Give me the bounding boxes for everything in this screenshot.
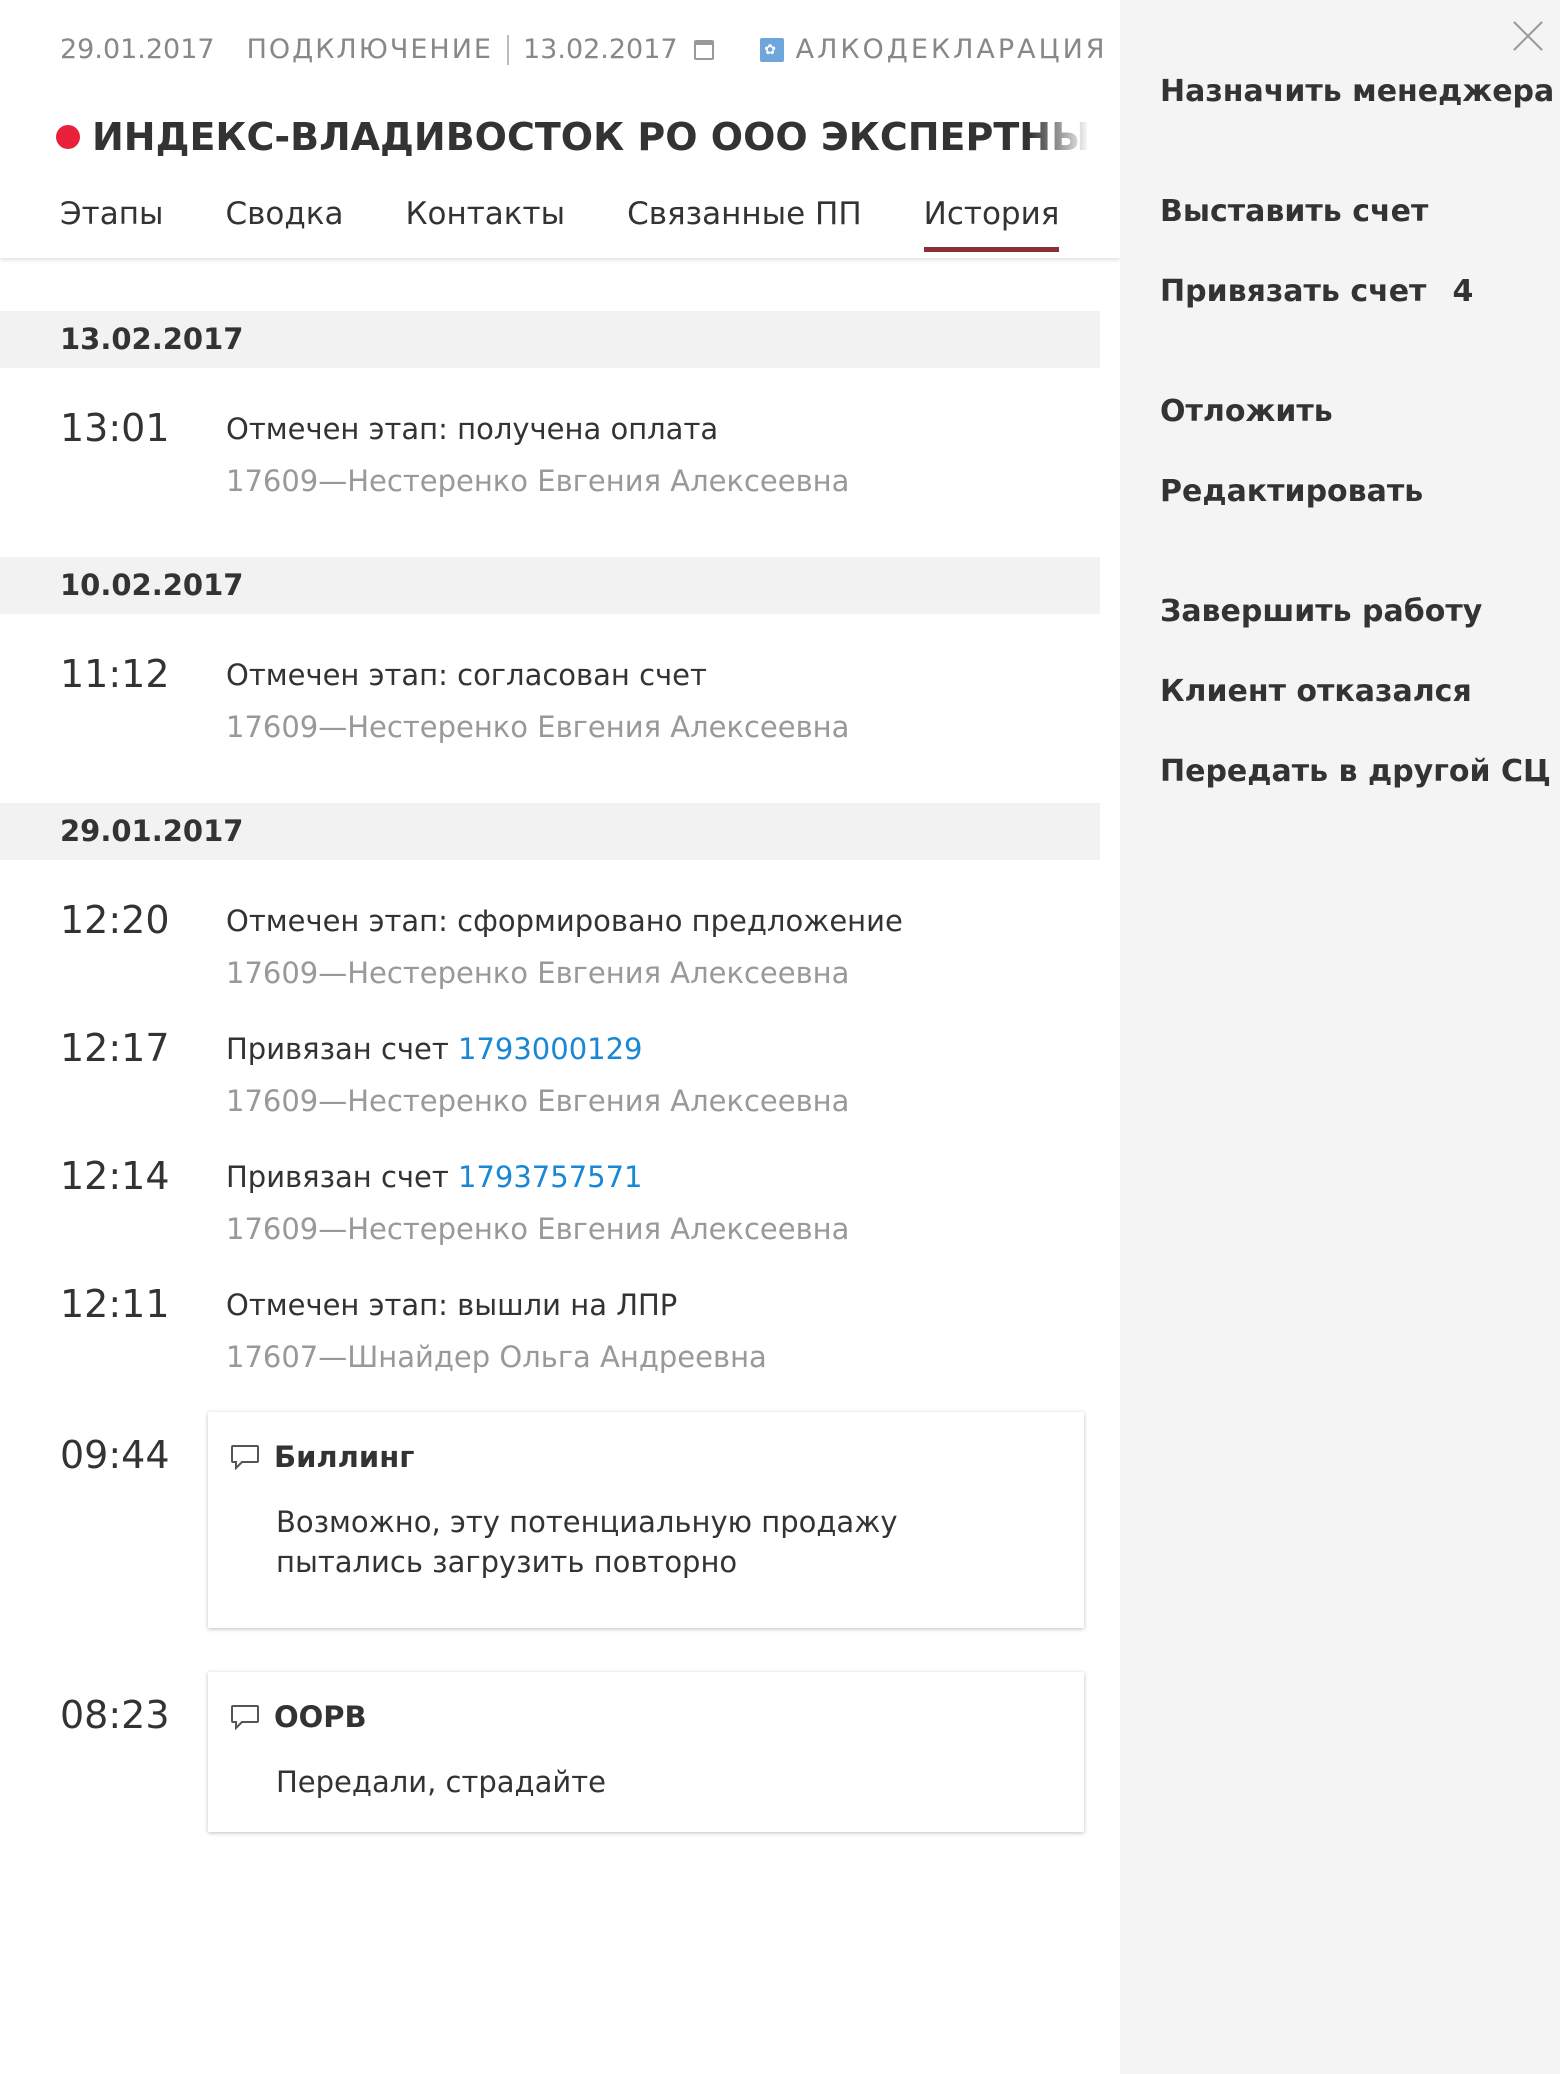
entry-author: 17607—Шнайдер Ольга Андреевна xyxy=(226,1340,767,1374)
actions-panel: Назначить менеджера Выставить счет Привя… xyxy=(1120,0,1560,2074)
entry-author: 17609—Нестеренко Евгения Алексеевна xyxy=(226,1212,850,1246)
entry-time: 12:20 xyxy=(60,898,170,942)
product-name: АЛКОДЕКЛАРАЦИЯ xyxy=(795,34,1108,65)
entry-time: 13:01 xyxy=(60,406,170,450)
deal-panel: 29.01.2017 ПОДКЛЮЧЕНИЕ 13.02.2017 ✿ АЛКО… xyxy=(0,0,1120,2074)
transfer-button[interactable]: Передать в другой СЦ xyxy=(1160,754,1551,789)
day-header: 10.02.2017 xyxy=(0,557,1100,614)
entry-text: Привязан счет 1793757571 xyxy=(226,1160,643,1194)
deal-title-row: ИНДЕКС-ВЛАДИВОСТОК РО ООО ЭКСПЕРТНЫЙ ЦЕН… xyxy=(56,115,1090,159)
start-date: 29.01.2017 xyxy=(60,34,215,65)
status-indicator xyxy=(56,125,80,149)
issue-invoice-button[interactable]: Выставить счет xyxy=(1160,194,1428,229)
entry-time: 12:11 xyxy=(60,1282,170,1326)
entry-time: 12:14 xyxy=(60,1154,170,1198)
invoice-link[interactable]: 1793757571 xyxy=(458,1160,643,1194)
grape-icon: ✿ xyxy=(759,37,784,62)
entry-text: Привязан счет 1793000129 xyxy=(226,1032,643,1066)
entry-author: 17609—Нестеренко Евгения Алексеевна xyxy=(226,710,850,744)
deal-kind: ПОДКЛЮЧЕНИЕ xyxy=(246,34,493,65)
entry-text-prefix: Привязан счет xyxy=(226,1160,458,1194)
close-icon[interactable] xyxy=(1512,20,1544,52)
entry-author: 17609—Нестеренко Евгения Алексеевна xyxy=(226,956,850,990)
comment-text: Передали, страдайте xyxy=(276,1765,606,1799)
tabs: Этапы Сводка Контакты Связанные ПП Истор… xyxy=(60,196,1121,252)
tab-contacts[interactable]: Контакты xyxy=(406,196,566,252)
comment-icon xyxy=(231,1445,259,1470)
tab-related[interactable]: Связанные ПП xyxy=(627,196,862,252)
entry-text: Отмечен этап: согласован счет xyxy=(226,658,707,692)
comment-source: ООРВ xyxy=(274,1700,367,1734)
deal-title: ИНДЕКС-ВЛАДИВОСТОК РО ООО ЭКСПЕРТНЫЙ ЦЕН… xyxy=(92,115,1090,159)
entry-time: 11:12 xyxy=(60,652,170,696)
entry-author: 17609—Нестеренко Евгения Алексеевна xyxy=(226,1084,850,1118)
attach-invoice-button[interactable]: Привязать счет 4 xyxy=(1160,274,1473,309)
comment-card: Биллинг Возможно, эту потенциальную прод… xyxy=(208,1412,1084,1628)
tab-history[interactable]: История xyxy=(923,196,1059,252)
comment-card: ООРВ Передали, страдайте xyxy=(208,1672,1084,1832)
product-tag: ✿ АЛКОДЕКЛАРАЦИЯ xyxy=(759,34,1108,65)
entry-time: 12:17 xyxy=(60,1026,170,1070)
entry-author: 17609—Нестеренко Евгения Алексеевна xyxy=(226,464,850,498)
attach-invoice-count: 4 xyxy=(1452,274,1474,309)
deal-header: 29.01.2017 ПОДКЛЮЧЕНИЕ 13.02.2017 ✿ АЛКО… xyxy=(0,0,1120,258)
comment-header: Биллинг xyxy=(230,1440,414,1474)
entry-time: 08:23 xyxy=(60,1693,170,1737)
entry-text: Отмечен этап: сформировано предложение xyxy=(226,904,903,938)
entry-text-prefix: Привязан счет xyxy=(226,1032,458,1066)
entry-time: 09:44 xyxy=(60,1433,170,1477)
due-date: 13.02.2017 xyxy=(523,34,678,65)
entry-text: Отмечен этап: вышли на ЛПР xyxy=(226,1288,678,1322)
entry-text: Отмечен этап: получена оплата xyxy=(226,412,719,446)
day-header: 29.01.2017 xyxy=(0,803,1100,860)
deal-meta: 29.01.2017 ПОДКЛЮЧЕНИЕ 13.02.2017 ✿ АЛКО… xyxy=(60,34,1108,65)
finish-work-button[interactable]: Завершить работу xyxy=(1160,594,1482,629)
tab-stages[interactable]: Этапы xyxy=(60,196,163,252)
meta-separator xyxy=(507,34,509,65)
day-header: 13.02.2017 xyxy=(0,311,1100,368)
tab-summary[interactable]: Сводка xyxy=(225,196,343,252)
calendar-icon[interactable] xyxy=(693,39,714,60)
title-fade xyxy=(1030,115,1090,159)
comment-source: Биллинг xyxy=(274,1440,415,1474)
attach-invoice-label: Привязать счет xyxy=(1160,274,1427,309)
edit-button[interactable]: Редактировать xyxy=(1160,474,1423,509)
comment-text: Возможно, эту потенциальную продажу пыта… xyxy=(276,1505,898,1579)
assign-manager-button[interactable]: Назначить менеджера xyxy=(1160,74,1554,109)
comment-header: ООРВ xyxy=(230,1700,367,1734)
client-refused-button[interactable]: Клиент отказался xyxy=(1160,674,1472,709)
comment-icon xyxy=(231,1705,259,1730)
postpone-button[interactable]: Отложить xyxy=(1160,394,1333,429)
invoice-link[interactable]: 1793000129 xyxy=(458,1032,643,1066)
